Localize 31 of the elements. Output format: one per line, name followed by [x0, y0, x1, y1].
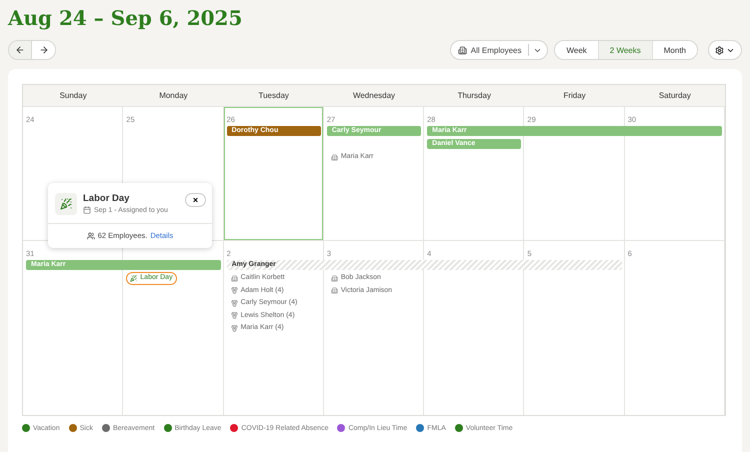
party-popper-icon — [130, 274, 138, 282]
weekday-header: Sunday — [58, 91, 88, 100]
employee-filter-dropdown[interactable]: All Employees — [450, 40, 548, 60]
party-popper-icon — [60, 198, 72, 210]
medal-icon — [230, 300, 238, 307]
arrow-right-icon — [38, 45, 48, 55]
arrow-left-icon — [15, 45, 25, 55]
medal-icon — [230, 287, 238, 294]
building-icon — [458, 46, 467, 54]
weekday-header: Tuesday — [258, 91, 290, 100]
building-icon — [330, 274, 338, 282]
weekday-header: Saturday — [658, 91, 692, 100]
previous-button[interactable] — [9, 41, 32, 59]
view-tab[interactable]: 2 Weeks — [598, 41, 653, 59]
weekday-header: Friday — [562, 91, 587, 100]
weekday-header: Thursday — [456, 91, 492, 100]
settings-icon — [715, 46, 724, 54]
settings-button[interactable] — [708, 40, 742, 60]
medal-icon — [230, 324, 238, 332]
building-icon — [230, 274, 238, 282]
view-tab[interactable]: Week — [555, 41, 599, 59]
popover-title: Labor Day — [83, 193, 130, 204]
calendar-icon — [83, 206, 91, 214]
medal-icon — [230, 312, 238, 320]
date-range-title: Aug 24 – Sep 6, 2025 — [8, 5, 244, 32]
close-button[interactable]: × — [185, 193, 206, 207]
building-icon — [330, 154, 338, 161]
building-icon — [330, 287, 338, 294]
users-icon — [86, 232, 95, 240]
weekday-header: Monday — [158, 91, 189, 100]
weekday-header: Wednesday — [352, 91, 396, 100]
